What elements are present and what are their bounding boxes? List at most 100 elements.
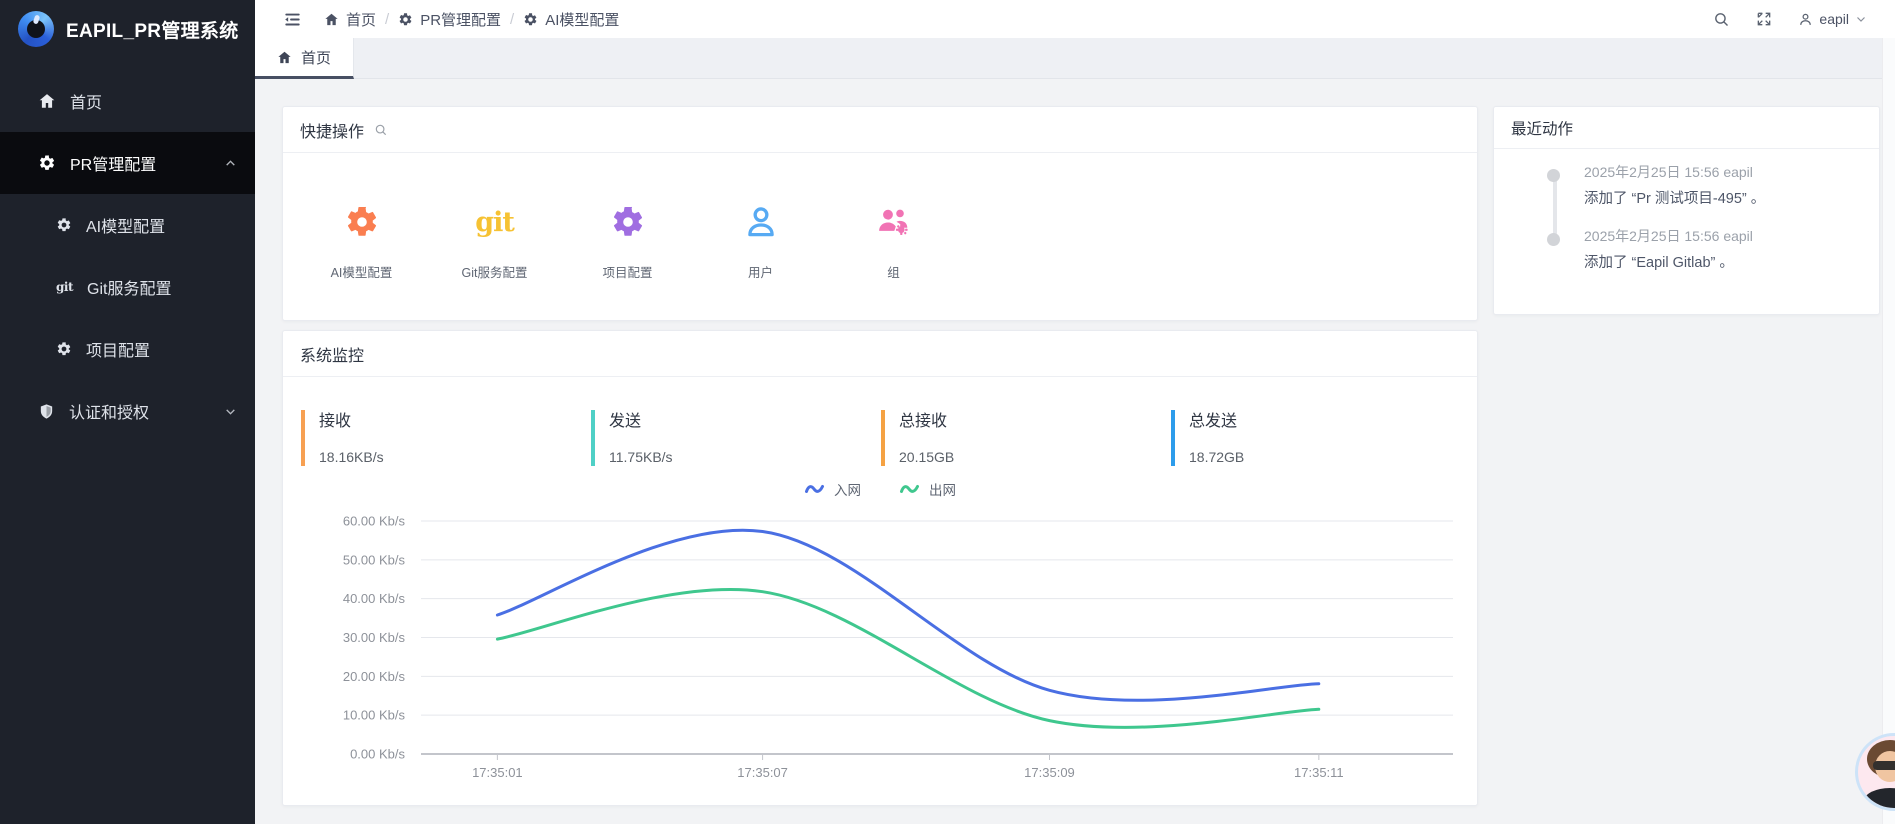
sidebar-item-home[interactable]: 首页 bbox=[0, 70, 255, 132]
top-header: 首页 / PR管理配置 / AI模型配置 eapil bbox=[255, 0, 1895, 38]
timeline-timestamp: 2025年2月25日 15:56 eapil bbox=[1584, 226, 1753, 246]
breadcrumb-item-ai-model-config[interactable]: AI模型配置 bbox=[523, 9, 619, 30]
user-menu[interactable]: eapil bbox=[1798, 11, 1867, 27]
chevron-down-icon bbox=[1855, 13, 1867, 25]
chart-legend: 入网 出网 bbox=[283, 479, 1477, 499]
gear-icon bbox=[56, 217, 72, 233]
quick-action-label: 组 bbox=[827, 262, 960, 281]
fullscreen-icon[interactable] bbox=[1756, 11, 1772, 27]
quick-action-ai-model-config[interactable]: AI模型配置 bbox=[295, 194, 428, 281]
stat-send: 发送 11.75KB/s bbox=[591, 410, 861, 466]
quick-action-users[interactable]: 用户 bbox=[694, 194, 827, 281]
timeline-connector bbox=[1553, 179, 1557, 235]
stat-label: 发送 bbox=[609, 412, 861, 432]
quick-action-label: 用户 bbox=[694, 262, 827, 281]
gear-icon bbox=[523, 12, 538, 27]
quick-action-groups[interactable]: 组 bbox=[827, 194, 960, 281]
gear-icon bbox=[344, 204, 380, 240]
sidebar-item-project-config[interactable]: 项目配置 bbox=[0, 318, 255, 380]
user-icon bbox=[743, 204, 779, 240]
recent-actions-card: 最近动作 2025年2月25日 15:56 eapil 添加了 “Pr 测试项目… bbox=[1493, 106, 1880, 315]
breadcrumb-label: 首页 bbox=[346, 9, 376, 30]
svg-text:40.00 Kb/s: 40.00 Kb/s bbox=[343, 591, 406, 606]
chevron-up-icon bbox=[224, 157, 237, 170]
sidebar-item-label: Git服务配置 bbox=[87, 275, 171, 299]
avatar-glasses bbox=[1873, 761, 1895, 770]
home-icon bbox=[38, 92, 56, 110]
chevron-down-icon bbox=[224, 405, 237, 418]
sidebar-fold-icon[interactable] bbox=[283, 10, 302, 29]
quick-action-label: 项目配置 bbox=[561, 262, 694, 281]
sidebar-item-pr-config[interactable]: PR管理配置 bbox=[0, 132, 255, 194]
timeline-dot bbox=[1547, 233, 1560, 246]
card-title-row: 系统监控 bbox=[283, 331, 1477, 377]
search-icon[interactable] bbox=[374, 123, 388, 137]
card-title-row: 最近动作 bbox=[1494, 107, 1879, 149]
legend-label: 出网 bbox=[929, 479, 956, 499]
quick-action-git-service-config[interactable]: git Git服务配置 bbox=[428, 194, 561, 281]
breadcrumb-label: AI模型配置 bbox=[545, 9, 619, 30]
legend-item-outbound[interactable]: 出网 bbox=[899, 479, 956, 499]
svg-text:60.00 Kb/s: 60.00 Kb/s bbox=[343, 514, 406, 529]
git-icon: git bbox=[56, 280, 73, 294]
timeline-text: 添加了 “Pr 测试项目-495” 。 bbox=[1584, 187, 1765, 208]
wave-icon bbox=[899, 482, 920, 496]
stat-value: 11.75KB/s bbox=[609, 448, 861, 466]
stat-value: 18.72GB bbox=[1189, 448, 1441, 466]
svg-text:17:35:01: 17:35:01 bbox=[472, 765, 523, 780]
breadcrumb-item-pr-config[interactable]: PR管理配置 bbox=[398, 9, 501, 30]
breadcrumb-label: PR管理配置 bbox=[420, 9, 501, 30]
app-window: EAPIL_PR管理系统 首页 PR管理配置 AI模型配置 git Git服务配… bbox=[0, 0, 1895, 824]
network-chart: 60.00 Kb/s50.00 Kb/s40.00 Kb/s30.00 Kb/s… bbox=[299, 511, 1463, 811]
sidebar-item-auth[interactable]: 认证和授权 bbox=[0, 380, 255, 442]
breadcrumb-item-home[interactable]: 首页 bbox=[324, 9, 376, 30]
app-logo: EAPIL_PR管理系统 bbox=[0, 0, 255, 58]
stat-label: 总接收 bbox=[899, 412, 1151, 432]
git-icon: git bbox=[475, 207, 514, 238]
breadcrumb: 首页 / PR管理配置 / AI模型配置 bbox=[324, 9, 619, 30]
stat-label: 接收 bbox=[319, 412, 571, 432]
wave-icon bbox=[804, 482, 825, 496]
quick-action-label: Git服务配置 bbox=[428, 262, 561, 281]
scrollbar-track[interactable] bbox=[1882, 38, 1895, 824]
logo-icon bbox=[18, 11, 54, 47]
breadcrumb-separator: / bbox=[510, 11, 514, 28]
quick-action-project-config[interactable]: 项目配置 bbox=[561, 194, 694, 281]
tab-bar: 首页 bbox=[255, 38, 1882, 79]
svg-text:17:35:09: 17:35:09 bbox=[1024, 765, 1075, 780]
svg-text:20.00 Kb/s: 20.00 Kb/s bbox=[343, 669, 406, 684]
user-icon bbox=[1798, 12, 1813, 27]
tab-label: 首页 bbox=[301, 47, 331, 68]
stat-value: 18.16KB/s bbox=[319, 448, 571, 466]
gear-icon bbox=[610, 204, 646, 240]
shield-icon bbox=[38, 403, 55, 420]
assistant-avatar[interactable] bbox=[1855, 733, 1895, 811]
stat-total-receive: 总接收 20.15GB bbox=[881, 410, 1151, 466]
svg-text:10.00 Kb/s: 10.00 Kb/s bbox=[343, 708, 406, 723]
legend-item-inbound[interactable]: 入网 bbox=[804, 479, 861, 499]
avatar-body bbox=[1864, 788, 1895, 811]
search-icon[interactable] bbox=[1713, 11, 1730, 28]
svg-text:17:35:07: 17:35:07 bbox=[737, 765, 788, 780]
sidebar: EAPIL_PR管理系统 首页 PR管理配置 AI模型配置 git Git服务配… bbox=[0, 0, 255, 824]
card-title: 快捷操作 bbox=[300, 118, 364, 142]
sidebar-item-git-service-config[interactable]: git Git服务配置 bbox=[0, 256, 255, 318]
system-monitor-card: 系统监控 接收 18.16KB/s 发送 11.75KB/s 总接收 20.15… bbox=[282, 330, 1478, 806]
app-title: EAPIL_PR管理系统 bbox=[66, 16, 239, 43]
gear-icon bbox=[38, 154, 56, 172]
card-title-row: 快捷操作 bbox=[283, 107, 1477, 153]
gear-icon bbox=[56, 341, 72, 357]
sidebar-item-ai-model-config[interactable]: AI模型配置 bbox=[0, 194, 255, 256]
quick-actions-card: 快捷操作 AI模型配置 git Git服务配置 项目配置 用户 组 bbox=[282, 106, 1478, 321]
sidebar-nav: 首页 PR管理配置 AI模型配置 git Git服务配置 项目配置 bbox=[0, 58, 255, 442]
svg-text:17:35:11: 17:35:11 bbox=[1294, 765, 1344, 780]
card-title: 最近动作 bbox=[1511, 117, 1573, 139]
home-icon bbox=[277, 50, 292, 65]
stat-value: 20.15GB bbox=[899, 448, 1151, 466]
card-title: 系统监控 bbox=[300, 342, 364, 366]
gear-icon bbox=[398, 12, 413, 27]
svg-text:0.00 Kb/s: 0.00 Kb/s bbox=[350, 747, 405, 762]
sidebar-item-label: PR管理配置 bbox=[70, 151, 156, 175]
tab-home[interactable]: 首页 bbox=[255, 38, 354, 79]
sidebar-item-label: 首页 bbox=[70, 89, 102, 113]
